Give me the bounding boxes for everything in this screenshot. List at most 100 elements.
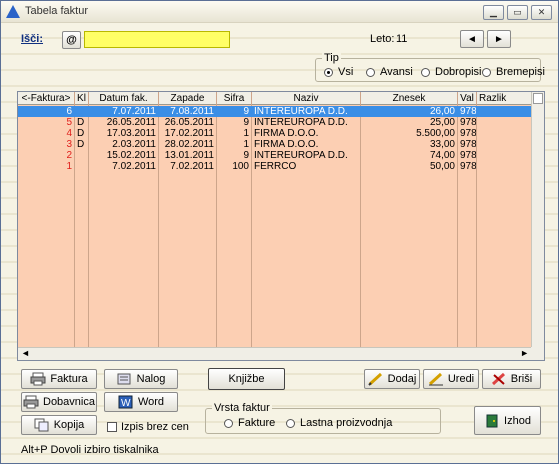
cell-datum: 7.02.2011: [112, 161, 156, 172]
radio-fakture[interactable]: Fakture: [224, 417, 275, 429]
cell-val: 978: [460, 106, 476, 117]
radio-dot: [324, 67, 333, 77]
scroll-thumb[interactable]: [533, 93, 543, 104]
cell-kl: [75, 150, 88, 161]
cell-kl: [75, 161, 88, 172]
invoice-grid: <-Faktura> Kl Datum fak. Zapade Sifra Na…: [17, 91, 545, 361]
next-year-button[interactable]: ►: [487, 30, 511, 48]
cell-sifra: 100: [232, 161, 249, 172]
scroll-left-arrow-icon[interactable]: ◄: [21, 348, 30, 358]
faktura-label: Faktura: [50, 373, 88, 385]
vertical-scrollbar[interactable]: [531, 92, 544, 349]
table-row[interactable]: 3 D 2.03.2011 28.02.2011 1 FIRMA D.O.O. 33,00 9…: [18, 139, 532, 150]
year-label: Leto:: [370, 33, 395, 45]
cell-faktura: 1: [66, 161, 72, 172]
cell-datum: 26.05.2011: [106, 117, 156, 128]
cell-zapade: 28.02.2011: [164, 139, 214, 150]
col-kl[interactable]: Kl: [75, 92, 89, 105]
pencil-icon: [367, 372, 384, 386]
col-datum[interactable]: Datum fak.: [89, 92, 159, 105]
col-znesek[interactable]: Znesek: [361, 92, 458, 105]
prev-year-button[interactable]: ◄: [460, 30, 484, 48]
col-faktura[interactable]: <-Faktura>: [18, 92, 75, 105]
radio-dobropisi[interactable]: Dobropisi: [421, 66, 481, 78]
radio-dot: [421, 67, 430, 77]
exit-door-icon: [484, 414, 500, 428]
col-naziv[interactable]: Naziv: [252, 92, 361, 105]
cell-val: 978: [460, 150, 476, 161]
table-row[interactable]: 1 7.02.2011 7.02.2011 100 FERRCO 50,00 978: [18, 161, 532, 172]
radio-vsi[interactable]: Vsi: [324, 66, 353, 78]
at-button[interactable]: @: [62, 31, 81, 49]
search-label: Išči:: [21, 33, 44, 45]
table-row[interactable]: 4 D 17.03.2011 17.02.2011 1 FIRMA D.O.O. 5.500…: [18, 128, 532, 139]
cell-sifra: 1: [243, 128, 249, 139]
word-label: Word: [137, 396, 165, 408]
cell-faktura: 5: [66, 117, 72, 128]
dobavnica-label: Dobavnica: [43, 396, 95, 408]
maximize-button[interactable]: ▭: [507, 5, 528, 20]
cell-sifra: 9: [243, 117, 249, 128]
cell-sifra: 9: [243, 106, 249, 117]
col-val[interactable]: Val: [458, 92, 477, 105]
brisi-button[interactable]: Briši: [482, 369, 541, 389]
cell-faktura: 3: [66, 139, 72, 150]
radio-lastna-proizvodnja[interactable]: Lastna proizvodnja: [286, 417, 392, 429]
svg-text:W: W: [121, 398, 131, 409]
izpis-brez-cen-checkbox[interactable]: [107, 422, 117, 432]
cell-kl: D: [77, 128, 85, 139]
cell-kl: [75, 106, 88, 117]
radio-dot: [366, 67, 375, 77]
nalog-button[interactable]: Nalog: [104, 369, 178, 389]
printer-icon: [23, 395, 39, 409]
brisi-label: Briši: [510, 373, 533, 385]
cell-val: 978: [460, 117, 476, 128]
nalog-label: Nalog: [136, 373, 166, 385]
col-razlik[interactable]: Razlik: [477, 92, 532, 105]
cell-znesek: 74,00: [429, 150, 455, 161]
table-row[interactable]: 6 7.07.2011 7.08.2011 9 INTEREUROPA D.D. 26,0…: [18, 106, 532, 117]
cell-znesek: 5.500,00: [416, 128, 455, 139]
table-row[interactable]: 2 15.02.2011 13.01.2011 9 INTEREUROPA D.D. 74…: [18, 150, 532, 161]
cell-datum: 15.02.2011: [106, 150, 156, 161]
search-input[interactable]: [84, 31, 230, 48]
uredi-button[interactable]: Uredi: [423, 369, 479, 389]
radio-dot: [482, 67, 491, 77]
cell-datum: 2.03.2011: [112, 139, 156, 150]
izhod-label: Izhod: [504, 414, 531, 427]
cell-faktura: 4: [66, 128, 72, 139]
word-button[interactable]: W Word: [104, 392, 178, 412]
faktura-button[interactable]: Faktura: [21, 369, 97, 389]
dodaj-button[interactable]: Dodaj: [364, 369, 420, 389]
vrsta-title: Vrsta faktur: [212, 402, 272, 414]
dodaj-label: Dodaj: [387, 373, 417, 385]
col-sifra[interactable]: Sifra: [217, 92, 252, 105]
cell-val: 978: [460, 139, 476, 150]
cell-zapade: 26.05.2011: [164, 117, 214, 128]
vrsta-group: Vrsta faktur Fakture Lastna proizvodnja: [205, 402, 441, 434]
cell-faktura: 2: [66, 150, 72, 161]
table-row[interactable]: 5 D 26.05.2011 26.05.2011 9 INTEREUROPA D.D. 2…: [18, 117, 532, 128]
nalog-icon: [117, 372, 133, 386]
col-zapade[interactable]: Zapade: [159, 92, 217, 105]
kopija-button[interactable]: Kopija: [21, 415, 97, 435]
edit-icon: [428, 372, 444, 386]
cell-val: 978: [460, 161, 476, 172]
window-title: Tabela faktur: [25, 5, 88, 17]
cell-naziv: FIRMA D.O.O.: [254, 128, 319, 139]
cell-znesek: 25,00: [429, 117, 455, 128]
dobavnica-button[interactable]: Dobavnica: [21, 392, 97, 412]
cell-naziv: INTEREUROPA D.D.: [254, 117, 348, 128]
radio-dot: [286, 418, 295, 428]
horizontal-scrollbar[interactable]: ◄ ►: [18, 347, 532, 360]
radio-avansi[interactable]: Avansi: [366, 66, 413, 78]
minimize-button[interactable]: ▁: [483, 5, 504, 20]
radio-bremepisi[interactable]: Bremepisi: [482, 66, 545, 78]
title-bar: Tabela faktur ▁ ▭ ✕: [1, 1, 558, 23]
cell-datum: 7.07.2011: [112, 106, 156, 117]
knjizbe-button[interactable]: Knjižbe: [208, 368, 285, 390]
izhod-button[interactable]: Izhod: [474, 406, 541, 435]
close-button[interactable]: ✕: [531, 5, 552, 20]
scroll-right-arrow-icon[interactable]: ►: [520, 348, 529, 358]
tip-title: Tip: [322, 52, 341, 64]
